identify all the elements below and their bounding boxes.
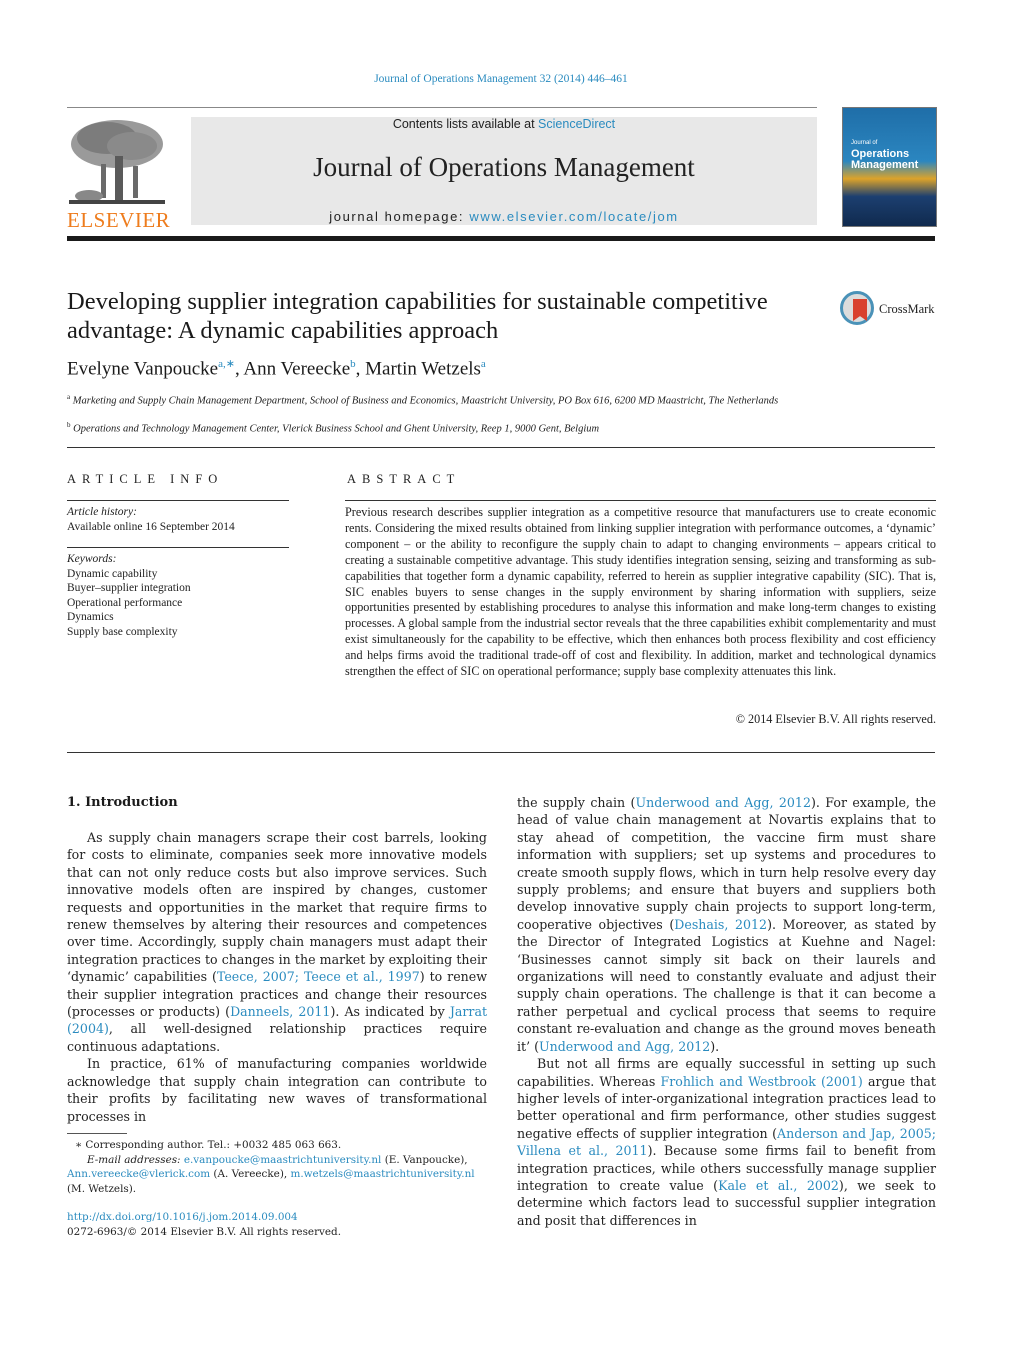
- affiliation-key: b: [67, 421, 71, 429]
- affiliation-a: a Marketing and Supply Chain Management …: [67, 390, 827, 409]
- article-history: Article history: Available online 16 Sep…: [67, 505, 235, 534]
- sciencedirect-link[interactable]: ScienceDirect: [538, 117, 615, 131]
- keyword-item: Buyer–supplier integration: [67, 582, 191, 594]
- paragraph: the supply chain (Underwood and Agg, 201…: [517, 795, 936, 1054]
- journal-title: Journal of Operations Management: [313, 152, 695, 182]
- paragraph: In practice, 61% of manufacturing compan…: [67, 1056, 487, 1124]
- author-affiliation-marker[interactable]: a: [481, 358, 486, 370]
- cover-title-line3: Management: [851, 159, 919, 171]
- homepage-link[interactable]: www.elsevier.com/locate/jom: [469, 209, 678, 224]
- crossmark-button[interactable]: CrossMark: [840, 291, 940, 329]
- abstract-copyright: © 2014 Elsevier B.V. All rights reserved…: [735, 712, 936, 726]
- elsevier-wordmark: ELSEVIER: [67, 208, 171, 232]
- abstract-text: Previous research describes supplier int…: [345, 505, 936, 679]
- section-heading-introduction: 1. Introduction: [67, 795, 178, 810]
- footnotes: ∗ Corresponding author. Tel.: +0032 485 …: [67, 1138, 487, 1239]
- email-name: (M. Wetzels).: [67, 1182, 137, 1195]
- paragraph: As supply chain managers scrape their co…: [67, 830, 488, 1054]
- author-affiliation-marker[interactable]: a,∗: [218, 358, 235, 370]
- article-history-label: Article history:: [67, 506, 137, 518]
- keyword-item: Dynamics: [67, 611, 114, 623]
- affiliation-b: b Operations and Technology Management C…: [67, 418, 827, 437]
- citation-link[interactable]: Underwood and Agg, 2012: [539, 1039, 710, 1054]
- journal-cover-image[interactable]: Journal of Operations Management: [842, 107, 937, 227]
- keywords-rule: [67, 547, 289, 548]
- keyword-item: Supply base complexity: [67, 625, 178, 638]
- journal-banner: Contents lists available at ScienceDirec…: [191, 117, 817, 225]
- body-column-right: the supply chain (Underwood and Agg, 201…: [517, 794, 936, 1229]
- doi-link[interactable]: http://dx.doi.org/10.1016/j.jom.2014.09.…: [67, 1211, 298, 1223]
- article-title: Developing supplier integration capabili…: [67, 288, 768, 344]
- journal-reference-link[interactable]: Journal of Operations Management 32 (201…: [0, 73, 1002, 85]
- tree-logo-icon: [67, 116, 167, 208]
- citation-link[interactable]: Deshais, 2012: [674, 917, 767, 932]
- keyword-item: Operational performance: [67, 596, 183, 609]
- email-line: Ann.vereecke@vlerick.com (A. Vereecke), …: [67, 1168, 475, 1180]
- email-link[interactable]: Ann.vereecke@vlerick.com: [67, 1168, 210, 1180]
- section-divider: [67, 447, 935, 448]
- citation-link[interactable]: Frohlich and Westbrook (2001): [660, 1074, 862, 1089]
- citation-link[interactable]: Teece, 2007; Teece et al., 1997: [217, 969, 420, 984]
- elsevier-logo[interactable]: ELSEVIER: [67, 116, 171, 232]
- email-label: E-mail addresses:: [87, 1153, 181, 1166]
- article-info-heading: ARTICLE INFO: [67, 472, 224, 486]
- email-line: E-mail addresses: e.vanpoucke@maastricht…: [87, 1153, 468, 1166]
- author-affiliation-marker[interactable]: b: [350, 358, 356, 370]
- author-name[interactable]: Ann Vereecke: [243, 358, 350, 379]
- affiliation-text: Marketing and Supply Chain Management De…: [72, 395, 779, 407]
- footnote-rule: [67, 1133, 127, 1134]
- abstract-rule: [345, 500, 936, 501]
- article-history-value: Available online 16 September 2014: [67, 520, 235, 533]
- email-link[interactable]: e.vanpoucke@maastrichtuniversity.nl: [184, 1154, 382, 1166]
- citation-link[interactable]: Kale et al., 2002: [718, 1178, 839, 1193]
- article-info-rule: [67, 500, 289, 501]
- journal-homepage: journal homepage: www.elsevier.com/locat…: [191, 209, 817, 224]
- paragraph: But not all firms are equally successful…: [517, 1056, 937, 1228]
- cover-title: Journal of Operations Management: [851, 138, 918, 171]
- crossmark-icon: [840, 291, 874, 325]
- keywords-label: Keywords:: [67, 553, 117, 565]
- contents-line: Contents lists available at ScienceDirec…: [191, 117, 817, 131]
- contents-prefix: Contents lists available at: [392, 117, 539, 131]
- affiliation-text: Operations and Technology Management Cen…: [73, 423, 600, 435]
- header-rule: [67, 107, 817, 108]
- crossmark-label: CrossMark: [879, 302, 935, 316]
- citation-link[interactable]: Underwood and Agg, 2012: [635, 795, 811, 810]
- author-list: Evelyne Vanpouckea,∗, Ann Vereeckeb, Mar…: [67, 358, 486, 380]
- keyword-item: Dynamic capability: [67, 567, 158, 580]
- issn-copyright: 0272-6963/© 2014 Elsevier B.V. All right…: [67, 1225, 342, 1238]
- header-thick-rule: [67, 236, 935, 241]
- author-name[interactable]: Martin Wetzels: [365, 358, 481, 379]
- body-column-left: As supply chain managers scrape their co…: [67, 829, 487, 1125]
- keywords-block: Keywords: Dynamic capability Buyer–suppl…: [67, 552, 191, 639]
- abstract-heading: ABSTRACT: [347, 472, 461, 486]
- abstract-end-divider: [67, 752, 935, 753]
- affiliation-key: a: [67, 393, 71, 401]
- citation-link[interactable]: Danneels, 2011: [230, 1004, 330, 1019]
- corresponding-author-note: ∗ Corresponding author. Tel.: +0032 485 …: [75, 1139, 342, 1151]
- author-name[interactable]: Evelyne Vanpoucke: [67, 358, 218, 379]
- homepage-prefix: journal homepage:: [329, 209, 470, 224]
- email-link[interactable]: m.wetzels@maastrichtuniversity.nl: [290, 1168, 474, 1180]
